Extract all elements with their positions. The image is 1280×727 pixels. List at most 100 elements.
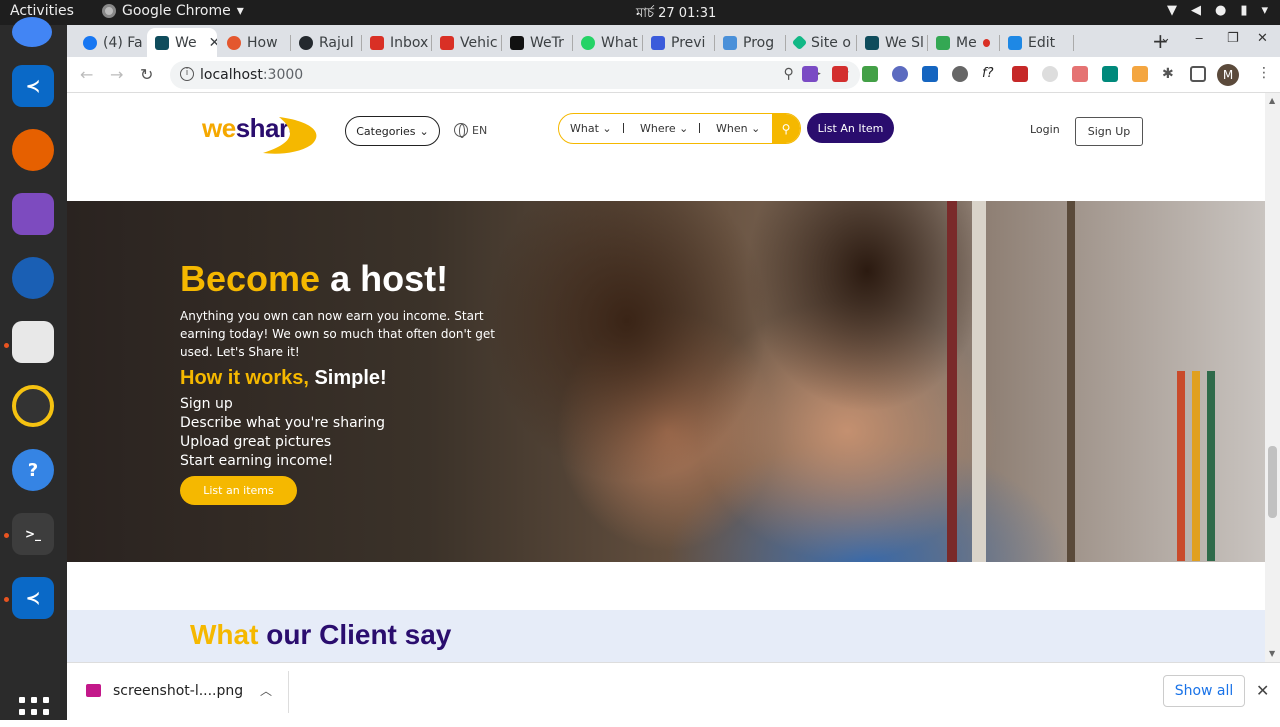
signup-button[interactable]: Sign Up — [1075, 117, 1143, 146]
show-all-button[interactable]: Show all — [1163, 675, 1245, 707]
tab-label: Inbox — [390, 34, 429, 51]
side-panel-icon[interactable] — [1190, 66, 1206, 82]
categories-dropdown[interactable]: Categories ⌄ — [345, 116, 440, 146]
terminal-icon[interactable]: >_ — [12, 513, 54, 555]
system-tray[interactable]: ▼ ◀ ● ▮ ▾ — [1167, 3, 1268, 18]
files-icon[interactable] — [12, 321, 54, 363]
list-an-item-button[interactable]: List An Item — [807, 113, 894, 143]
step-item: Sign up — [180, 396, 233, 412]
scroll-down-icon[interactable]: ▼ — [1269, 649, 1275, 658]
extension-icon[interactable] — [832, 66, 848, 82]
site-info-icon[interactable]: i — [180, 67, 194, 81]
tab-label: Prog — [743, 34, 775, 51]
puzzle-icon[interactable]: ✱ — [1162, 66, 1178, 82]
tab-label: (4) Fa — [103, 34, 143, 51]
chevron-up-icon[interactable]: ︿ — [260, 682, 272, 699]
tab-label: WeTr — [530, 34, 564, 51]
extension-icon[interactable] — [952, 66, 968, 82]
extension-icon[interactable] — [922, 66, 938, 82]
app-menu[interactable]: Google Chrome ▾ — [102, 3, 244, 19]
more-menu-icon[interactable]: ⋮ — [1257, 65, 1271, 81]
url-text[interactable]: localhost:3000 — [200, 67, 303, 83]
reload-icon[interactable]: ↻ — [140, 65, 153, 84]
browser-tab[interactable]: Prog — [715, 28, 785, 57]
tab-search-icon[interactable]: ⌄ — [1160, 31, 1171, 46]
tab-label: Vehic — [460, 34, 498, 51]
zoom-icon[interactable]: ⚲ — [783, 66, 793, 82]
extension-icon[interactable] — [1102, 66, 1118, 82]
system-clock[interactable]: মার্চ 27 01:31 — [636, 4, 716, 25]
browser-tab[interactable]: Edit — [1000, 28, 1072, 57]
tab-label: Site o — [811, 34, 851, 51]
search-what-dropdown[interactable]: What ⌄ — [570, 122, 612, 135]
show-applications-icon[interactable] — [19, 697, 49, 727]
maximize-icon[interactable]: ❐ — [1227, 31, 1239, 46]
search-when-dropdown[interactable]: When ⌄ — [716, 122, 760, 135]
close-icon[interactable]: ✕ — [1256, 681, 1269, 700]
whatsapp-icon — [581, 35, 595, 50]
browser-tab[interactable]: WeTr — [502, 28, 572, 57]
browser-tab[interactable]: Vehic — [432, 28, 502, 57]
rhythmbox-icon[interactable] — [12, 385, 54, 427]
browser-tab[interactable]: Site o — [786, 28, 856, 57]
gmail-icon — [370, 35, 384, 50]
forward-icon[interactable]: → — [110, 65, 123, 84]
categories-label: Categories — [356, 124, 416, 138]
bookshelf-decoration — [1067, 201, 1075, 562]
extension-icon[interactable] — [862, 66, 878, 82]
wifi-icon: ▼ — [1166, 3, 1177, 18]
help-icon[interactable]: ? — [12, 449, 54, 491]
hero-subtitle: How it works, Simple! — [180, 367, 387, 389]
activities-button[interactable]: Activities — [10, 3, 74, 19]
tab-label: Me — [956, 34, 977, 51]
browser-tab[interactable]: We Sl — [857, 28, 927, 57]
close-window-icon[interactable]: ✕ — [1257, 31, 1268, 46]
search-icon[interactable]: ⚲ — [772, 114, 800, 143]
browser-tab[interactable]: Previ — [643, 28, 713, 57]
language-selector[interactable]: EN — [454, 123, 487, 138]
feather-icon[interactable] — [12, 193, 54, 235]
battery-icon: ▮ — [1240, 3, 1248, 18]
extension-icon[interactable] — [1072, 66, 1088, 82]
chrome-launcher-icon[interactable] — [12, 17, 52, 47]
scroll-up-icon[interactable]: ▲ — [1269, 96, 1275, 105]
extension-icon[interactable] — [802, 66, 818, 82]
browser-toolbar: ← → ↻ i localhost:3000 ⚲ ➤ ☆ f? ✱ M ⋮ — [67, 57, 1280, 93]
minimize-icon[interactable]: ‒ — [1195, 31, 1203, 46]
thunderbird-icon[interactable] — [12, 257, 54, 299]
address-bar[interactable]: i localhost:3000 ⚲ ➤ ☆ — [170, 61, 860, 89]
browser-tab[interactable]: Me — [928, 28, 998, 57]
back-icon[interactable]: ← — [80, 65, 93, 84]
browser-tab[interactable]: What — [573, 28, 643, 57]
browser-tab[interactable]: Inbox — [362, 28, 432, 57]
page-viewport: weshare Categories ⌄ EN What ⌄ Where ⌄ W… — [67, 93, 1265, 662]
extension-icon[interactable] — [1042, 66, 1058, 82]
browser-tab[interactable]: Rajul — [291, 28, 361, 57]
browser-tab-active[interactable]: We ✕ — [147, 28, 217, 57]
scrollbar-thumb[interactable] — [1268, 446, 1277, 518]
page-scrollbar[interactable]: ▲ ▼ — [1265, 93, 1280, 662]
chevron-down-icon: ⌄ — [419, 124, 429, 138]
list-an-items-button[interactable]: List an items — [180, 476, 297, 505]
vscode-icon[interactable]: ≺ — [12, 65, 54, 107]
extension-icon[interactable] — [1132, 66, 1148, 82]
font-icon[interactable]: f? — [982, 66, 998, 82]
search-bar: What ⌄ Where ⌄ When ⌄ ⚲ — [558, 113, 801, 144]
close-icon[interactable]: ✕ — [209, 35, 217, 51]
browser-tab[interactable]: (4) Fa — [75, 28, 145, 57]
meet-icon — [936, 35, 950, 50]
login-link[interactable]: Login — [1030, 123, 1060, 136]
profile-avatar[interactable]: M — [1217, 64, 1239, 86]
browser-tab[interactable]: How — [219, 28, 289, 57]
tab-label: How — [247, 34, 278, 51]
search-where-dropdown[interactable]: Where ⌄ — [640, 122, 688, 135]
weshare-icon — [865, 35, 879, 50]
tab-label: What — [601, 34, 638, 51]
extension-icon[interactable] — [1012, 66, 1028, 82]
search-divider — [699, 123, 700, 133]
download-file-name[interactable]: screenshot-l....png — [113, 683, 243, 699]
firefox-icon[interactable] — [12, 129, 54, 171]
vscode-icon[interactable]: ≺ — [12, 577, 54, 619]
extension-icon[interactable] — [892, 66, 908, 82]
ask-icon — [227, 35, 241, 50]
